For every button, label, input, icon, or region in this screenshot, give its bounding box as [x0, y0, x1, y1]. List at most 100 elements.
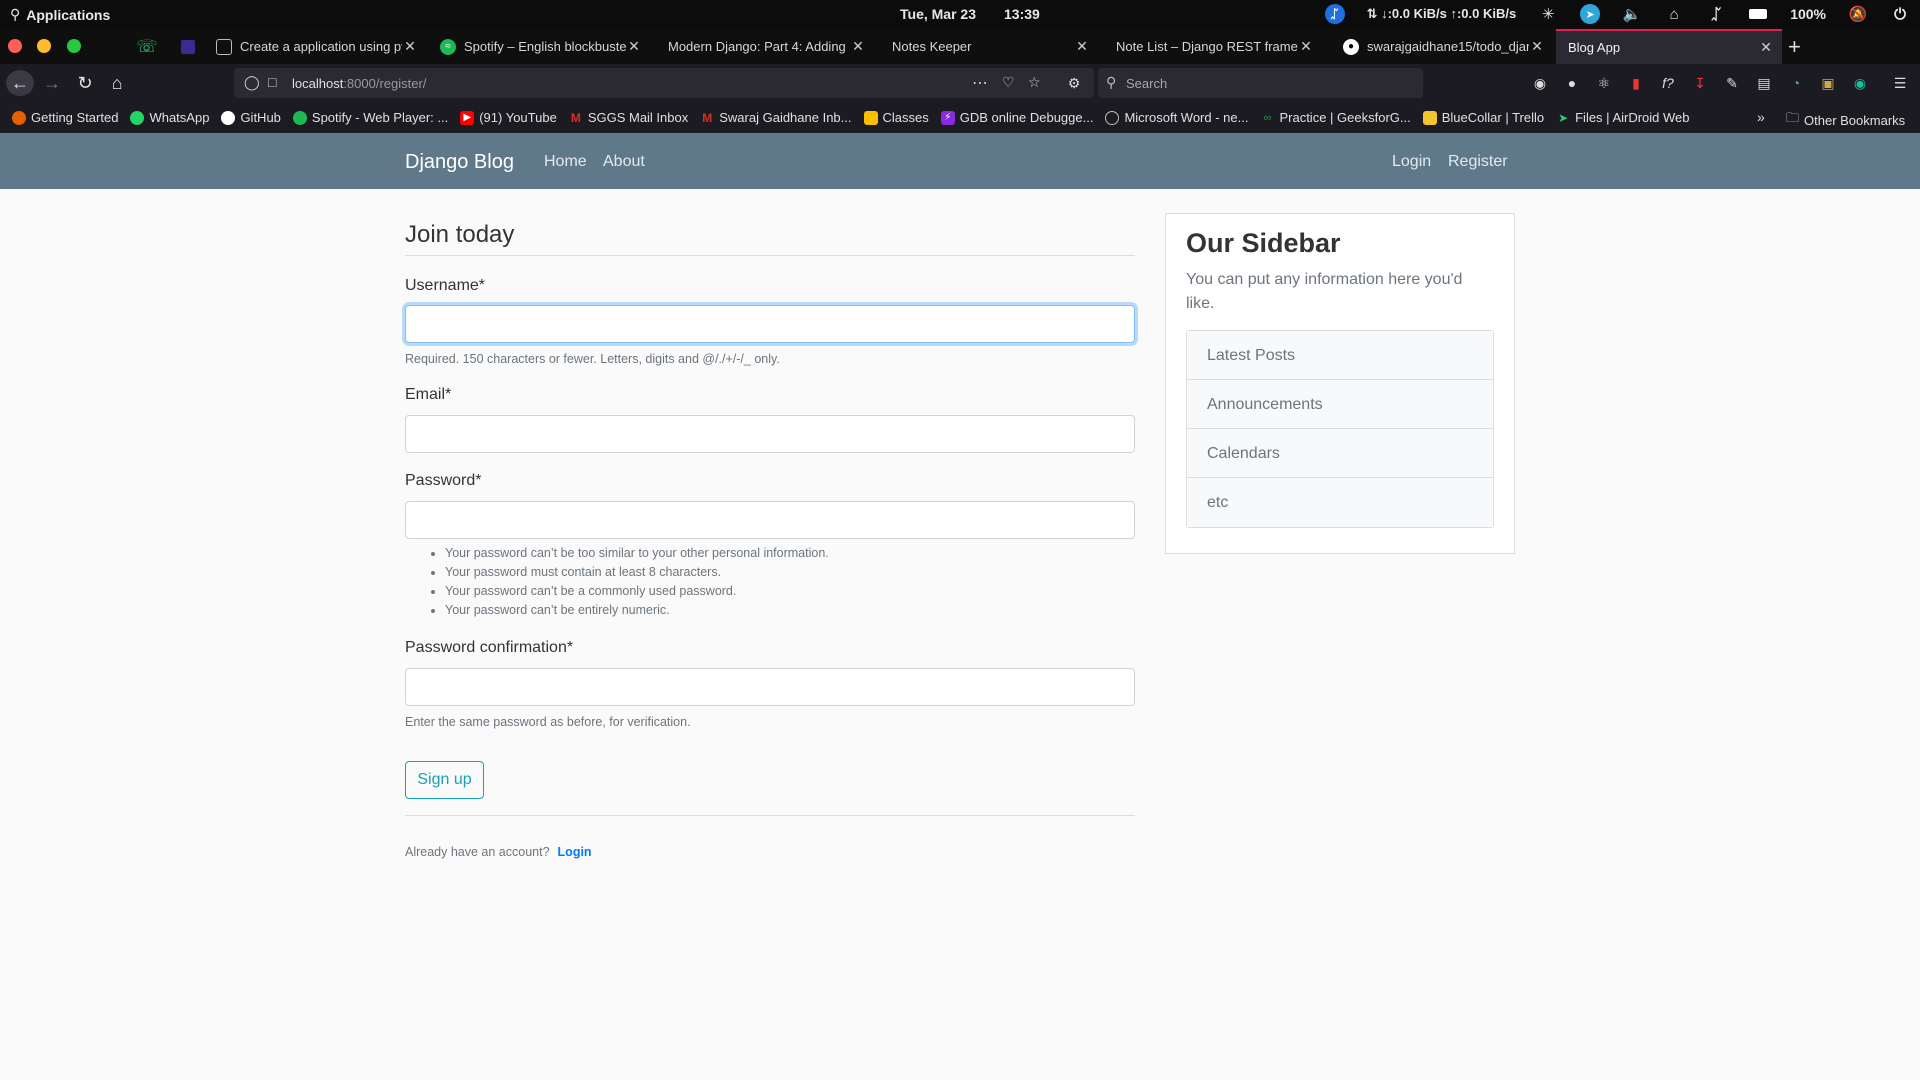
download-icon[interactable]: ↧	[1690, 73, 1710, 93]
sidebar-item-latest-posts[interactable]: Latest Posts	[1187, 331, 1493, 380]
password-confirmation-input[interactable]	[405, 668, 1135, 706]
pocket-icon[interactable]: ♡	[1002, 74, 1015, 91]
page-info-icon[interactable]: □	[268, 74, 276, 90]
site-brand-link[interactable]: Django Blog	[405, 151, 514, 174]
tab-note-list[interactable]: Note List – Django REST framew ✕	[1104, 29, 1322, 64]
clock[interactable]: Tue, Mar 23 13:39	[900, 6, 1040, 22]
bookmark-gdb-online[interactable]: ⚡ GDB online Debugge...	[940, 110, 1094, 125]
tab-github-todo[interactable]: ● swarajgaidhane15/todo_djan ✕	[1335, 29, 1553, 64]
more-bookmarks-chevron-icon[interactable]: »	[1757, 109, 1765, 125]
password-confirmation-help-text: Enter the same password as before, for v…	[405, 715, 691, 729]
browser-toolbar: ← → ↻ ⌂ ◯ □ localhost:8000/register/ ⋯ ♡…	[0, 64, 1920, 102]
pinned-whatsapp-tab-icon[interactable]: ☏	[136, 37, 157, 57]
back-button[interactable]: ←	[6, 70, 34, 96]
bookmark-star-icon[interactable]: ☆	[1028, 74, 1041, 91]
close-icon[interactable]: ✕	[402, 38, 418, 55]
color-picker-icon[interactable]: ✎	[1722, 73, 1742, 93]
bookmark-label: Microsoft Word - ne...	[1124, 110, 1249, 125]
power-icon[interactable]: ⏻	[1890, 4, 1910, 24]
forward-button[interactable]: →	[38, 70, 66, 96]
nav-home-link[interactable]: Home	[544, 153, 587, 171]
bookmark-microsoft-word[interactable]: Microsoft Word - ne...	[1105, 110, 1248, 125]
sidebar-item-calendars[interactable]: Calendars	[1187, 429, 1493, 478]
clipboard-icon[interactable]: ▣	[1818, 73, 1838, 93]
grammarly-icon[interactable]: ◉	[1850, 73, 1870, 93]
bookmark-getting-started[interactable]: Getting Started	[12, 110, 118, 125]
window-minimize-button[interactable]	[37, 39, 51, 53]
password-rules-list: Your password can’t be too similar to yo…	[431, 546, 829, 622]
bluetooth-tray-icon[interactable]: ᛢ	[1324, 4, 1345, 24]
profile-icon[interactable]: ●	[1562, 73, 1582, 93]
username-input[interactable]	[405, 305, 1135, 343]
password-input[interactable]	[405, 501, 1135, 539]
bluetooth-icon[interactable]: ᛢ	[1706, 4, 1726, 24]
email-label: Email*	[405, 386, 452, 403]
tab-modern-django[interactable]: Modern Django: Part 4: Adding a ✕	[656, 29, 874, 64]
bookmark-label: BlueCollar | Trello	[1441, 110, 1545, 125]
bookmark-youtube[interactable]: ▶ (91) YouTube	[460, 110, 557, 125]
tab-create-application[interactable]: Create a application using py ✕	[208, 29, 426, 64]
notifications-off-icon[interactable]: 🔕	[1848, 4, 1868, 24]
home-button[interactable]: ⌂	[103, 70, 131, 96]
volume-icon[interactable]: 🔈	[1622, 4, 1642, 24]
notes-icon[interactable]: ▤	[1754, 73, 1774, 93]
new-tab-button[interactable]: +	[1788, 34, 1801, 60]
applications-menu[interactable]: ⚲ Applications	[10, 6, 110, 23]
bookmark-sggs-mail[interactable]: M SGGS Mail Inbox	[569, 110, 688, 125]
bookmark-trello[interactable]: BlueCollar | Trello	[1422, 110, 1545, 125]
pinned-app-tab-icon[interactable]	[178, 37, 198, 57]
slack-icon[interactable]: ✳	[1538, 4, 1558, 24]
math-function-icon[interactable]: f?	[1658, 73, 1678, 93]
bookmark-airdroid[interactable]: ➤ Files | AirDroid Web	[1556, 110, 1689, 125]
close-icon[interactable]: ✕	[1529, 38, 1545, 55]
bookmark-whatsapp[interactable]: WhatsApp	[130, 110, 209, 125]
signup-button[interactable]: Sign up	[405, 761, 484, 799]
reader-glasses-icon[interactable]: ◉	[1530, 73, 1550, 93]
tab-notes-keeper[interactable]: Notes Keeper ✕	[880, 29, 1098, 64]
bookmark-spotify[interactable]: Spotify - Web Player: ...	[292, 110, 448, 125]
tab-spotify[interactable]: ≈ Spotify – English blockbuster ✕	[432, 29, 650, 64]
timer-icon[interactable]: ◔	[1786, 73, 1806, 93]
window-close-button[interactable]	[8, 39, 22, 53]
window-maximize-button[interactable]	[67, 39, 81, 53]
bookmark-geeksforgeeks[interactable]: ∞ Practice | GeeksforG...	[1260, 110, 1411, 125]
already-have-account-text: Already have an account?	[405, 845, 550, 859]
bookmark-label: Classes	[882, 110, 929, 125]
close-icon[interactable]: ✕	[1758, 39, 1774, 56]
time-label: 13:39	[1004, 6, 1040, 22]
close-icon[interactable]: ✕	[1298, 38, 1314, 55]
bookmark-label: GDB online Debugge...	[959, 110, 1094, 125]
login-link[interactable]: Login	[558, 845, 592, 859]
telegram-icon[interactable]: ➤	[1580, 4, 1601, 24]
hamburger-menu-icon[interactable]: ☰	[1890, 73, 1910, 93]
more-actions-icon[interactable]: ⋯	[972, 73, 988, 93]
sidebar-item-announcements[interactable]: Announcements	[1187, 380, 1493, 429]
nav-about-link[interactable]: About	[603, 153, 645, 171]
url-text[interactable]: localhost:8000/register/	[292, 76, 426, 91]
wifi-icon[interactable]: ⌂	[1664, 4, 1684, 24]
close-icon[interactable]: ✕	[1074, 38, 1090, 55]
extensions-gear-icon[interactable]: ⚙	[1064, 73, 1084, 93]
nav-login-link[interactable]: Login	[1392, 153, 1431, 171]
sidebar-item-etc[interactable]: etc	[1187, 478, 1493, 527]
pdf-tool-icon[interactable]: ▮	[1626, 73, 1646, 93]
react-devtools-icon[interactable]: ⚛	[1594, 73, 1614, 93]
nav-register-link[interactable]: Register	[1448, 153, 1508, 171]
other-bookmarks-folder[interactable]: 🗀 Other Bookmarks	[1786, 109, 1905, 131]
search-bar[interactable]: ⚲ Search	[1098, 68, 1423, 98]
reload-button[interactable]: ↻	[71, 70, 99, 96]
bookmark-swaraj-inbox[interactable]: M Swaraj Gaidhane Inb...	[700, 110, 851, 125]
close-icon[interactable]: ✕	[626, 38, 642, 55]
battery-icon[interactable]	[1748, 4, 1768, 24]
net-down-label: ↓:0.0 KiB/s	[1381, 6, 1447, 21]
close-icon[interactable]: ✕	[850, 38, 866, 55]
classroom-icon	[863, 110, 878, 125]
email-input[interactable]	[405, 415, 1135, 453]
register-form: Join today Username* Required. 150 chara…	[405, 189, 1135, 859]
bookmark-classes[interactable]: Classes	[863, 110, 929, 125]
password-rule: Your password can’t be a commonly used p…	[445, 584, 829, 603]
url-bar[interactable]: ◯ □ localhost:8000/register/ ⋯ ♡ ☆	[234, 68, 1094, 98]
tab-blog-app[interactable]: Blog App ✕	[1556, 29, 1782, 64]
bookmark-github[interactable]: GitHub	[221, 110, 281, 125]
spotify-icon	[292, 110, 307, 125]
